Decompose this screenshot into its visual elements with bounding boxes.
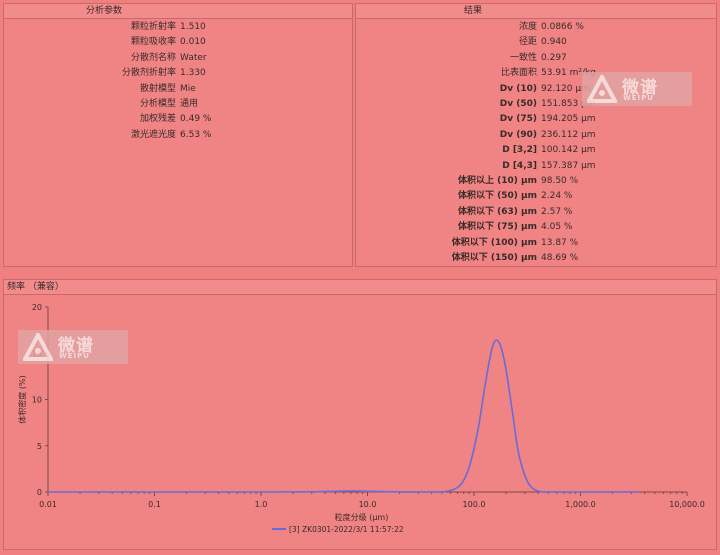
result-label: Dv (90) (499, 129, 537, 140)
param-label: 加权残差 (139, 114, 176, 125)
result-value: 2.24 % (541, 191, 573, 202)
result-value: 0.297 (541, 52, 567, 63)
watermark-top-right: 微谱 WEIPU (582, 72, 692, 106)
series-line (48, 339, 639, 493)
x-tick-label: 0.1 (148, 500, 161, 509)
y-tick-label: 0 (37, 488, 42, 497)
legend-label: [3] ZK0301-2022/3/1 11:57:22 (289, 525, 404, 534)
result-label: 体积以下 (63) μm (457, 206, 537, 217)
param-label: 激光遮光度 (130, 129, 176, 140)
result-value: 98.50 % (541, 176, 579, 186)
param-value: 1.330 (180, 68, 206, 79)
result-value: 236.112 μm (541, 129, 596, 140)
y-tick-label: 5 (37, 442, 42, 451)
x-axis-label: 粒度分级 (μm) (335, 512, 389, 522)
watermark-en-text: WEIPU (623, 94, 654, 102)
x-tick-label: 100.0 (463, 500, 486, 509)
param-label: 分析模型 (139, 99, 176, 109)
y-axis-label: 体积密度 (%) (17, 375, 27, 423)
frequency-chart-panel: 频率 （兼容） 051015200.010.11.010.0100.01,000… (3, 279, 717, 550)
result-value: 194.205 μm (541, 114, 596, 125)
result-label: 浓度 (518, 22, 537, 32)
result-label: Dv (50) (499, 99, 537, 109)
result-value: 157.387 μm (541, 160, 596, 171)
results-title: 结果 (356, 4, 716, 19)
result-label: 体积以下 (150) μm (451, 253, 537, 263)
result-value: 0.0866 % (541, 22, 584, 32)
x-tick-label: 1.0 (255, 500, 268, 509)
param-label: 颗粒吸收率 (130, 37, 176, 48)
param-value: 0.49 % (180, 114, 212, 125)
result-label: 一致性 (509, 52, 537, 63)
y-tick-label: 20 (32, 303, 42, 312)
analysis-params-title: 分析参数 (4, 4, 352, 19)
frequency-chart-title: 频率 （兼容） (4, 280, 716, 295)
param-value: 6.53 % (180, 129, 212, 140)
watermark-chart: 微谱 WEIPU (18, 330, 128, 364)
result-label: 比表面积 (500, 68, 537, 79)
param-label: 颗粒折射率 (130, 22, 176, 32)
param-value: 1.510 (180, 22, 206, 32)
results-panel: 结果 浓度 0.0866 % 径距 0.940 一致性 0.297 比表面积 53.91 m²… (355, 3, 717, 267)
result-label: D [3,2] (502, 145, 537, 156)
weipu-logo-icon (587, 75, 617, 103)
x-tick-label: 1,000.0 (565, 500, 596, 509)
param-value: 通用 (180, 99, 199, 109)
result-label: 体积以上 (10) μm (457, 176, 537, 186)
x-tick-label: 10,000.0 (669, 500, 705, 509)
result-value: 48.69 % (541, 253, 579, 263)
x-tick-label: 0.01 (39, 500, 57, 509)
result-label: Dv (10) (499, 83, 537, 94)
x-tick-label: 10.0 (359, 500, 377, 509)
result-label: 体积以下 (100) μm (451, 237, 537, 248)
watermark-en-text: WEIPU (59, 352, 90, 360)
weipu-logo-icon (23, 333, 53, 361)
result-value: 0.940 (541, 37, 567, 48)
result-value: 4.05 % (541, 222, 573, 233)
param-label: 分散剂名称 (130, 52, 176, 63)
result-label: Dv (75) (499, 114, 537, 125)
result-value: 2.57 % (541, 206, 573, 217)
param-label: 散射模型 (139, 83, 176, 94)
param-label: 分散剂折射率 (121, 68, 176, 79)
result-label: D [4,3] (502, 160, 537, 171)
param-value: 0.010 (180, 37, 206, 48)
result-label: 体积以下 (50) μm (457, 191, 537, 202)
param-value: Water (180, 52, 207, 63)
analysis-params-panel: 分析参数 颗粒折射率 1.510 颗粒吸收率 0.010 分散剂名称 Water 分散剂折射… (3, 3, 353, 267)
result-value: 13.87 % (541, 237, 579, 248)
param-value: Mie (180, 83, 196, 94)
result-label: 径距 (518, 37, 537, 48)
result-value: 100.142 μm (541, 145, 596, 156)
result-label: 体积以下 (75) μm (457, 222, 537, 233)
y-tick-label: 10 (32, 396, 42, 405)
